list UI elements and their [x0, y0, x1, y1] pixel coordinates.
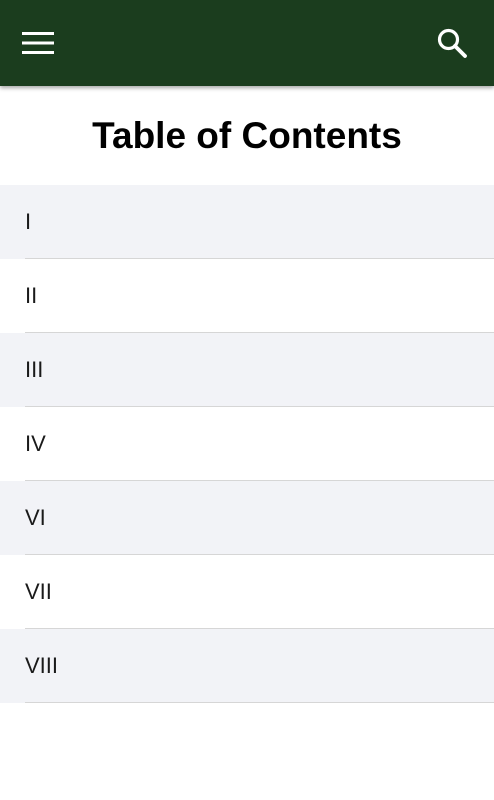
search-icon [437, 28, 467, 58]
toc-item-ii[interactable]: II [0, 259, 494, 333]
toc-item-label: I [25, 209, 32, 234]
toc-item-i[interactable]: I [0, 185, 494, 259]
page-title: Table of Contents [92, 114, 402, 156]
toc-item-label: III [25, 357, 44, 382]
toc-item-label: IV [25, 431, 46, 456]
toc-item-iv[interactable]: IV [0, 407, 494, 481]
app-bar [0, 0, 494, 86]
toc-item-vi[interactable]: VI [0, 481, 494, 555]
toc-item-label: VII [25, 579, 52, 604]
toc-item-vii[interactable]: VII [0, 555, 494, 629]
toc-list: I II III IV VI VII VIII [0, 185, 494, 703]
toc-item-viii[interactable]: VIII [0, 629, 494, 703]
hamburger-menu-icon [22, 32, 54, 54]
menu-button[interactable] [14, 20, 62, 66]
toc-item-label: VIII [25, 653, 59, 678]
toc-item-label: II [25, 283, 38, 308]
search-button[interactable] [428, 20, 476, 66]
toc-item-iii[interactable]: III [0, 333, 494, 407]
toc-item-label: VI [25, 505, 46, 530]
